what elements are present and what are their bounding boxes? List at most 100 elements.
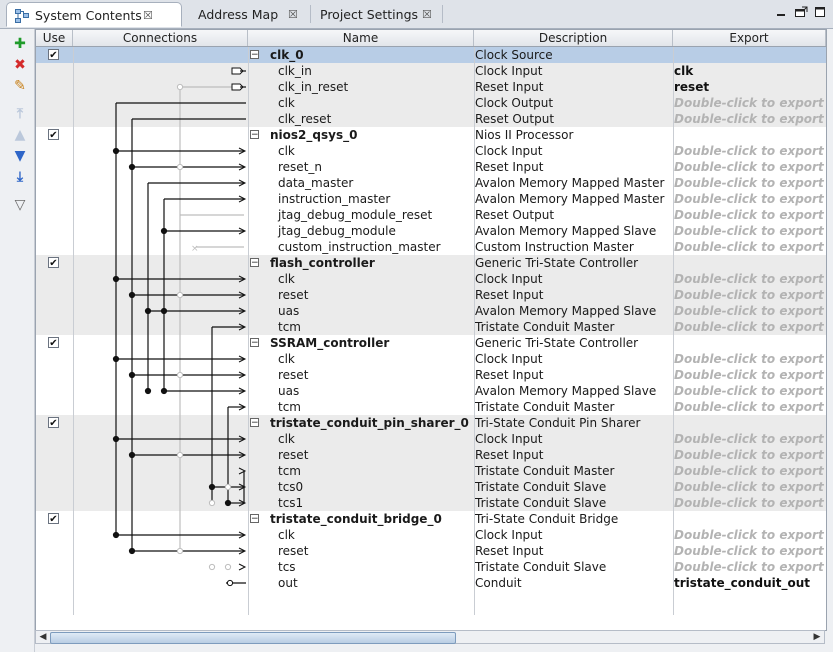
export-hint[interactable]: Double-click to export <box>674 495 826 511</box>
interface-name[interactable]: reset_n <box>248 160 322 174</box>
connection-dot[interactable] <box>208 499 216 507</box>
interface-name[interactable]: tcm <box>248 464 301 478</box>
maximize-icon[interactable] <box>814 6 826 22</box>
export-hint[interactable]: Double-click to export <box>674 207 826 223</box>
interface-name[interactable]: custom_instruction_master <box>248 240 441 254</box>
connection-dot[interactable] <box>224 499 232 507</box>
connection-dot[interactable] <box>160 307 168 315</box>
col-header-use[interactable]: Use <box>36 30 73 46</box>
component-name[interactable]: nios2_qsys_0 <box>248 128 357 142</box>
connection-dot[interactable] <box>112 275 120 283</box>
connection-dot[interactable] <box>128 371 136 379</box>
collapse-icon[interactable]: − <box>250 258 259 268</box>
arrow-icon[interactable] <box>238 563 247 571</box>
component-name[interactable]: SSRAM_controller <box>248 336 389 350</box>
interface-name[interactable]: clk <box>248 528 295 542</box>
export-hint[interactable]: Double-click to export <box>674 479 826 495</box>
export-hint[interactable]: Double-click to export <box>674 175 826 191</box>
connection-dot[interactable] <box>176 371 184 379</box>
export-hint[interactable]: Double-click to export <box>674 543 826 559</box>
connection-dot[interactable] <box>176 547 184 555</box>
export-hint[interactable]: Double-click to export <box>674 367 826 383</box>
export-name[interactable]: clk <box>674 63 826 79</box>
export-cell[interactable] <box>674 415 826 431</box>
connection-dot[interactable] <box>112 435 120 443</box>
interface-name[interactable]: clk <box>248 272 295 286</box>
export-hint[interactable]: Double-click to export <box>674 239 826 255</box>
connection-dot[interactable] <box>176 163 184 171</box>
add-button[interactable]: ✚ <box>10 35 30 55</box>
connection-dot[interactable] <box>128 163 136 171</box>
export-hint[interactable]: Double-click to export <box>674 95 826 111</box>
component-name[interactable]: tristate_conduit_pin_sharer_0 <box>248 416 469 430</box>
col-header-connections[interactable]: Connections <box>73 30 248 46</box>
connection-dot[interactable] <box>128 451 136 459</box>
interface-name[interactable]: uas <box>248 384 299 398</box>
interface-name[interactable]: clk <box>248 96 295 110</box>
export-hint[interactable]: Double-click to export <box>674 287 826 303</box>
interface-name[interactable]: jtag_debug_module_reset <box>248 208 432 222</box>
collapse-icon[interactable]: − <box>250 338 259 348</box>
connection-dot[interactable] <box>112 147 120 155</box>
collapse-icon[interactable]: − <box>250 130 259 140</box>
interface-name[interactable]: reset <box>248 368 308 382</box>
connection-dot[interactable] <box>144 307 152 315</box>
connection-dot[interactable] <box>128 291 136 299</box>
export-hint[interactable]: Double-click to export <box>674 143 826 159</box>
interface-name[interactable]: uas <box>248 304 299 318</box>
tab-project-settings[interactable]: Project Settings ☒ <box>312 2 440 27</box>
export-hint[interactable]: Double-click to export <box>674 159 826 175</box>
close-icon[interactable]: ☒ <box>422 2 432 27</box>
export-hint[interactable]: Double-click to export <box>674 303 826 319</box>
connections-graph[interactable]: × <box>73 47 248 607</box>
export-hint[interactable]: Double-click to export <box>674 383 826 399</box>
export-name[interactable]: reset <box>674 79 826 95</box>
interface-name[interactable]: clk <box>248 352 295 366</box>
interface-name[interactable]: tcs0 <box>248 480 303 494</box>
component-name[interactable]: flash_controller <box>248 256 375 270</box>
export-cell[interactable] <box>674 335 826 351</box>
interface-name[interactable]: reset <box>248 448 308 462</box>
export-hint[interactable]: Double-click to export <box>674 431 826 447</box>
interface-name[interactable]: tcm <box>248 400 301 414</box>
export-hint[interactable]: Double-click to export <box>674 223 826 239</box>
export-hint[interactable]: Double-click to export <box>674 527 826 543</box>
connection-dot[interactable] <box>176 291 184 299</box>
use-checkbox[interactable]: ✔ <box>48 129 59 141</box>
export-hint[interactable]: Double-click to export <box>674 319 826 335</box>
scroll-left-icon[interactable]: ◀ <box>37 631 49 643</box>
export-name[interactable]: tristate_conduit_out <box>674 575 826 591</box>
interface-name[interactable]: clk_reset <box>248 112 331 126</box>
restore-icon[interactable] <box>794 6 808 22</box>
connection-dot[interactable] <box>176 83 184 91</box>
export-cell[interactable] <box>674 511 826 527</box>
use-checkbox[interactable]: ✔ <box>48 513 59 525</box>
use-checkbox[interactable]: ✔ <box>48 337 59 349</box>
connection-dot[interactable] <box>224 483 232 491</box>
scroll-right-icon[interactable]: ▶ <box>811 631 823 643</box>
collapse-icon[interactable]: − <box>250 418 259 428</box>
connection-dot[interactable] <box>112 355 120 363</box>
move-top-button[interactable]: ⤒ <box>10 105 30 125</box>
collapse-icon[interactable]: − <box>250 514 259 524</box>
export-cell[interactable] <box>674 255 826 271</box>
connection-dot[interactable] <box>176 451 184 459</box>
interface-name[interactable]: out <box>248 576 298 590</box>
export-hint[interactable]: Double-click to export <box>674 271 826 287</box>
filter-button[interactable]: ▽ <box>10 196 30 216</box>
interface-name[interactable]: instruction_master <box>248 192 390 206</box>
export-hint[interactable]: Double-click to export <box>674 463 826 479</box>
horizontal-scrollbar[interactable]: ◀ ▶ <box>35 630 825 644</box>
export-hint[interactable]: Double-click to export <box>674 447 826 463</box>
connection-dot[interactable] <box>208 483 216 491</box>
close-icon[interactable]: ☒ <box>143 3 153 28</box>
scrollbar-thumb[interactable] <box>50 632 456 644</box>
move-bottom-button[interactable]: ⤓ <box>10 168 30 188</box>
use-checkbox[interactable]: ✔ <box>48 49 59 61</box>
edit-button[interactable]: ✎ <box>10 77 30 97</box>
export-cell[interactable] <box>674 47 826 63</box>
connection-dot[interactable] <box>112 531 120 539</box>
tab-system-contents[interactable]: System Contents ☒ <box>6 2 182 27</box>
export-hint[interactable]: Double-click to export <box>674 351 826 367</box>
interface-name[interactable]: tcs <box>248 560 296 574</box>
